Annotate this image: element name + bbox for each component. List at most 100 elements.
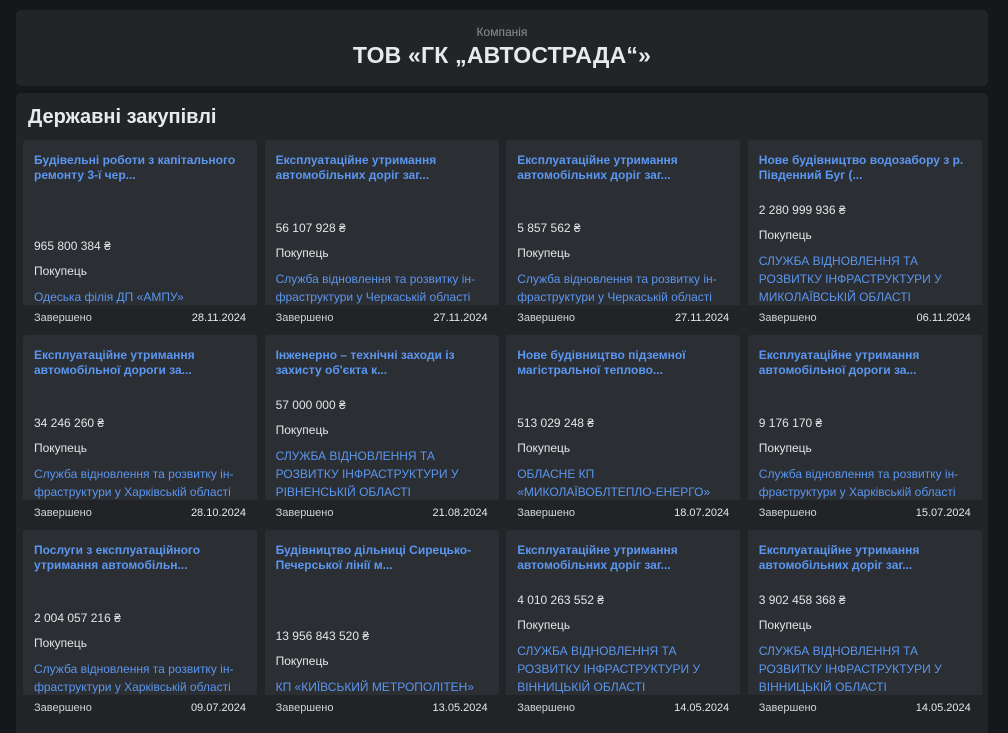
procurement-title[interactable]: Нове будівництво водозабору з р. Південн… [759,153,973,183]
buyer-label: Покупець [34,636,87,650]
buyer-label: Покупець [275,654,329,668]
procurement-amount: 2 280 999 936 ₴ [758,203,846,217]
card-footer: Завершено 27.11.2024 [264,305,499,330]
procurements-section: Державні закупівлі Будівельні роботи з к… [16,93,988,733]
card-footer: Завершено 14.05.2024 [506,695,741,720]
buyer-label: Покупець [275,423,329,437]
procurement-card[interactable]: Експлуатаційне утримання автомобільних д… [747,530,982,720]
procurement-amount: 2 004 057 216 ₴ [34,611,121,625]
buyer-label: Покупець [758,441,812,455]
procurement-card[interactable]: Будівництво дільниці Сирецько-Печерської… [264,530,499,720]
procurement-date: 14.05.2024 [674,701,730,714]
procurement-card[interactable]: Експлуатаційне утримання автомобільних д… [264,140,499,330]
status-badge: Завершено [517,701,576,714]
procurement-card[interactable]: Послуги з експлуатаційного утримання авт… [23,530,257,720]
status-badge: Завершено [34,701,92,714]
procurement-amount: 9 176 170 ₴ [758,416,823,430]
company-header: Компанія ТОВ «ГК „АВТОСТРАДА“» [16,10,988,86]
buyer-label: Покупець [275,246,329,260]
buyer-label: Покупець [517,246,571,260]
procurement-card[interactable]: Експлуатаційне утримання автомобільної д… [23,335,257,525]
status-badge: Завершено [517,311,576,324]
procurement-title[interactable]: Нове будівництво підземної магістральної… [517,348,731,378]
status-badge: Завершено [34,506,92,519]
procurement-date: 06.11.2024 [916,311,971,324]
buyer-name-link[interactable]: Служба відновлення та розвитку ін-фрастр… [34,465,248,501]
procurement-card[interactable]: Експлуатаційне утримання автомобільної д… [747,335,982,525]
procurement-card[interactable]: Інженерно – технічні заходи із захисту о… [264,335,499,525]
status-badge: Завершено [275,701,334,714]
buyer-label: Покупець [34,441,87,455]
procurement-card[interactable]: Нове будівництво водозабору з р. Південн… [747,140,982,330]
card-footer: Завершено 28.10.2024 [23,500,257,525]
procurement-grid: Будівельні роботи з капітального ремонту… [23,140,982,720]
procurement-title[interactable]: Експлуатаційне утримання автомобільних д… [517,153,731,183]
buyer-label: Покупець [517,618,571,632]
procurement-card[interactable]: Будівельні роботи з капітального ремонту… [23,140,257,330]
procurement-title[interactable]: Експлуатаційне утримання автомобільної д… [759,348,973,378]
buyer-name-link[interactable]: Одеська філія ДП «АМПУ» [34,288,248,306]
buyer-name-link[interactable]: СЛУЖБА ВІДНОВЛЕННЯ ТА РОЗВИТКУ ІНФРАСТРУ… [759,642,973,696]
procurement-date: 28.11.2024 [191,311,246,324]
status-badge: Завершено [758,506,817,519]
buyer-name-link[interactable]: Служба відновлення та розвитку ін-фрастр… [759,465,973,501]
procurement-card[interactable]: Нове будівництво підземної магістральної… [506,335,741,525]
company-name: ТОВ «ГК „АВТОСТРАДА“» [352,42,652,68]
procurement-amount: 13 956 843 520 ₴ [275,629,370,643]
procurement-amount: 57 000 000 ₴ [275,398,346,412]
section-title: Державні закупівлі [28,106,217,128]
procurement-amount: 56 107 928 ₴ [275,221,346,235]
status-badge: Завершено [34,311,92,324]
buyer-name-link[interactable]: СЛУЖБА ВІДНОВЛЕННЯ ТА РОЗВИТКУ ІНФРАСТРУ… [276,447,490,501]
card-footer: Завершено 14.05.2024 [747,695,982,720]
buyer-name-link[interactable]: Служба відновлення та розвитку ін-фрастр… [34,660,248,696]
status-badge: Завершено [275,311,334,324]
procurement-title[interactable]: Експлуатаційне утримання автомобільних д… [276,153,490,183]
procurement-date: 21.08.2024 [432,506,488,519]
procurement-title[interactable]: Будівельні роботи з капітального ремонту… [34,153,248,183]
card-footer: Завершено 27.11.2024 [506,305,741,330]
status-badge: Завершено [758,701,817,714]
card-footer: Завершено 28.11.2024 [23,305,257,330]
card-footer: Завершено 18.07.2024 [506,500,741,525]
procurement-amount: 5 857 562 ₴ [517,221,581,235]
procurement-date: 14.05.2024 [915,701,971,714]
company-label: Компанія [476,25,528,39]
card-footer: Завершено 06.11.2024 [747,305,982,330]
procurement-title[interactable]: Послуги з експлуатаційного утримання авт… [34,543,248,573]
card-footer: Завершено 09.07.2024 [23,695,257,720]
buyer-label: Покупець [517,441,571,455]
card-footer: Завершено 21.08.2024 [264,500,499,525]
procurement-date: 28.10.2024 [190,506,246,519]
status-badge: Завершено [275,506,334,519]
procurement-title[interactable]: Будівництво дільниці Сирецько-Печерської… [276,543,490,573]
buyer-name-link[interactable]: Служба відновлення та розвитку ін-фрастр… [276,270,490,306]
procurement-date: 27.11.2024 [433,311,488,324]
procurement-title[interactable]: Експлуатаційне утримання автомобільної д… [34,348,248,378]
buyer-name-link[interactable]: ОБЛАСНЕ КП «МИКОЛАЇВОБЛТЕПЛО-ЕНЕРГО» [517,465,731,501]
procurement-title[interactable]: Експлуатаційне утримання автомобільних д… [517,543,731,573]
procurement-amount: 3 902 458 368 ₴ [758,593,846,607]
card-footer: Завершено 13.05.2024 [264,695,499,720]
procurement-date: 13.05.2024 [432,701,488,714]
procurement-title[interactable]: Експлуатаційне утримання автомобільних д… [759,543,973,573]
procurement-card[interactable]: Експлуатаційне утримання автомобільних д… [506,530,741,720]
procurement-title[interactable]: Інженерно – технічні заходи із захисту о… [276,348,490,378]
buyer-name-link[interactable]: Служба відновлення та розвитку ін-фрастр… [517,270,731,306]
buyer-label: Покупець [758,618,812,632]
status-badge: Завершено [758,311,817,324]
procurement-amount: 34 246 260 ₴ [34,416,105,430]
procurement-date: 18.07.2024 [674,506,730,519]
procurement-amount: 965 800 384 ₴ [34,239,111,253]
buyer-name-link[interactable]: СЛУЖБА ВІДНОВЛЕННЯ ТА РОЗВИТКУ ІНФРАСТРУ… [517,642,731,696]
procurement-date: 27.11.2024 [674,311,730,324]
procurement-amount: 4 010 263 552 ₴ [517,593,604,607]
status-badge: Завершено [517,506,576,519]
buyer-label: Покупець [758,228,812,242]
buyer-name-link[interactable]: СЛУЖБА ВІДНОВЛЕННЯ ТА РОЗВИТКУ ІНФРАСТРУ… [759,252,973,306]
buyer-name-link[interactable]: КП «КИЇВСЬКИЙ МЕТРОПОЛІТЕН» [276,678,490,696]
procurement-card[interactable]: Експлуатаційне утримання автомобільних д… [506,140,741,330]
procurement-date: 15.07.2024 [915,506,971,519]
card-footer: Завершено 15.07.2024 [747,500,982,525]
buyer-label: Покупець [34,264,87,278]
